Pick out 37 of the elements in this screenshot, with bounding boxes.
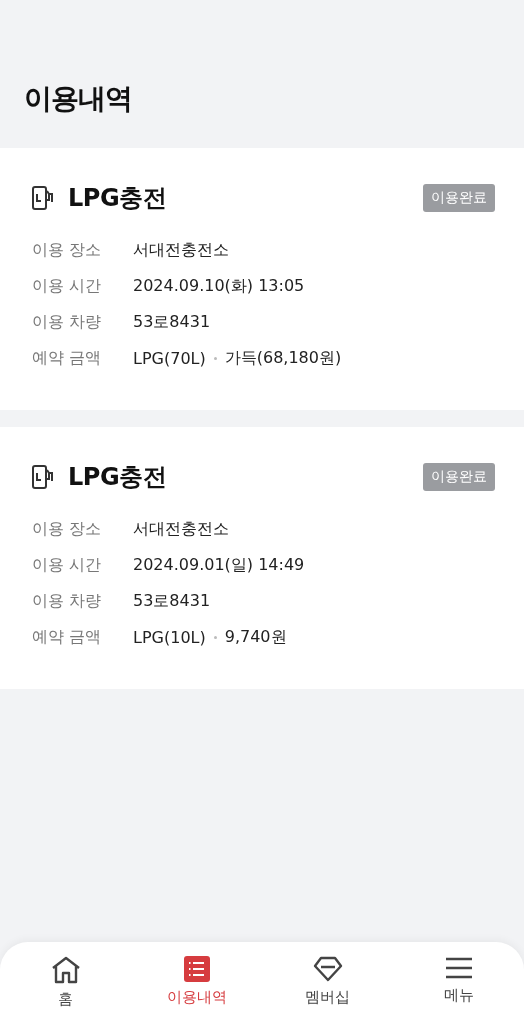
field-value: 2024.09.01(일) 14:49 (133, 554, 305, 576)
field-value: 서대전충전소 (133, 518, 229, 540)
fuel-pump-icon (32, 465, 54, 489)
nav-tab[interactable]: 홈 (0, 942, 131, 1024)
field-value: LPG(10L) (133, 627, 206, 647)
list-icon (183, 956, 210, 982)
menu-icon (444, 956, 473, 980)
field-label: 예약 금액 (32, 347, 103, 369)
separator-dot (213, 356, 217, 360)
status-badge: 이용완료 (423, 463, 495, 491)
field-value: 가득(68,180원) (224, 347, 342, 369)
field-label: 이용 차량 (32, 590, 103, 612)
field-label: 이용 차량 (32, 311, 103, 333)
field-label: 이용 시간 (32, 554, 103, 576)
field-value: 53로8431 (133, 311, 211, 333)
field-value: 2024.09.10(화) 13:05 (133, 275, 305, 297)
field-label: 예약 금액 (32, 626, 103, 648)
record-card[interactable]: LPG충전 이용완료 이용 장소 서대전충전소 이용 시간 2024.09.10(화) 13:05 이용 차량 53로8431 예약 금액 LPG(70L) 가득(68,180원) (0, 148, 524, 410)
field-value: LPG(70L) (133, 348, 206, 368)
field-value: 53로8431 (133, 590, 211, 612)
page-title: 이용내역 (23, 81, 133, 117)
record-title: LPG충전 (68, 462, 168, 493)
separator-dot (213, 635, 217, 639)
home-icon (50, 956, 81, 984)
nav-tab[interactable]: 멤버십 (262, 942, 393, 1024)
field-value: 9,740원 (224, 626, 287, 648)
field-label: 이용 장소 (32, 518, 103, 540)
field-label: 이용 장소 (32, 239, 103, 261)
nav-tab[interactable]: 이용내역 (131, 942, 262, 1024)
status-badge: 이용완료 (423, 184, 495, 212)
diamond-icon (312, 956, 343, 982)
nav-tab[interactable]: 메뉴 (393, 942, 524, 1024)
field-label: 이용 시간 (32, 275, 103, 297)
record-title: LPG충전 (68, 183, 168, 214)
record-card[interactable]: LPG충전 이용완료 이용 장소 서대전충전소 이용 시간 2024.09.01(일) 14:49 이용 차량 53로8431 예약 금액 LPG(10L) 9,740원 (0, 427, 524, 689)
field-value: 서대전충전소 (133, 239, 229, 261)
fuel-pump-icon (32, 186, 54, 210)
